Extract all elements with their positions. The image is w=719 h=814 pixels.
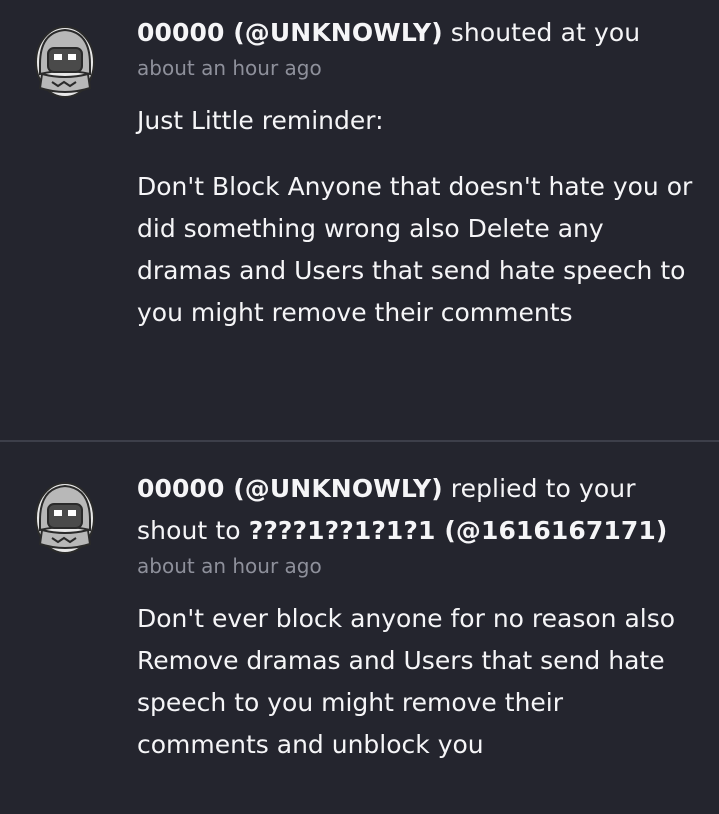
- shout-paragraph: Don't Block Anyone that doesn't hate you…: [137, 172, 693, 327]
- author-link[interactable]: 00000 (@UNKNOWLY): [137, 18, 443, 47]
- timestamp: about an hour ago: [137, 554, 322, 578]
- notification-content: 00000 (@UNKNOWLY) shouted at you about a…: [137, 12, 699, 334]
- hooded-figure-avatar-icon: [35, 26, 95, 98]
- timestamp: about an hour ago: [137, 56, 322, 80]
- avatar[interactable]: [34, 480, 96, 554]
- author-link[interactable]: 00000 (@UNKNOWLY): [137, 474, 443, 503]
- avatar[interactable]: [34, 24, 96, 98]
- shout-paragraph: Just Little reminder:: [137, 106, 384, 135]
- notification-item[interactable]: 00000 (@UNKNOWLY) shouted at you about a…: [0, 0, 719, 440]
- notification-content: 00000 (@UNKNOWLY) replied to your shout …: [137, 468, 699, 766]
- notification-headline: 00000 (@UNKNOWLY) replied to your shout …: [137, 468, 699, 552]
- notification-item[interactable]: 00000 (@UNKNOWLY) replied to your shout …: [0, 442, 719, 814]
- notification-feed: 00000 (@UNKNOWLY) shouted at you about a…: [0, 0, 719, 814]
- notification-headline: 00000 (@UNKNOWLY) shouted at you: [137, 12, 699, 54]
- target-user-link[interactable]: ????1??1?1?1 (@1616167171): [249, 516, 668, 545]
- notification-action: shouted at you: [450, 18, 641, 47]
- hooded-figure-avatar-icon: [35, 482, 95, 554]
- reply-paragraph: Don't ever block anyone for no reason al…: [137, 604, 676, 759]
